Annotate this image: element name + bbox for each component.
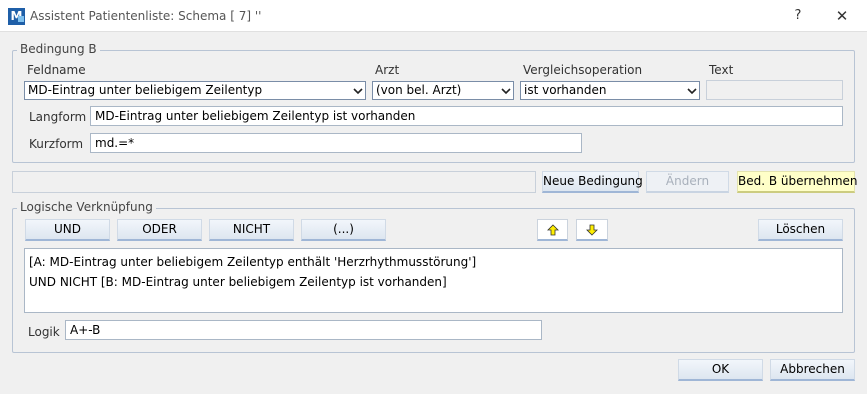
close-button[interactable]: ✕ bbox=[828, 6, 856, 26]
condition-status-field bbox=[12, 171, 536, 193]
comparison-select-value: ist vorhanden bbox=[524, 83, 607, 97]
kurzform-field[interactable]: md.=* bbox=[90, 133, 582, 153]
move-up-button[interactable] bbox=[537, 219, 568, 241]
yellow-arrow-up-icon bbox=[546, 224, 559, 236]
langform-label: Langform bbox=[29, 110, 87, 124]
logic-field[interactable]: A+-B bbox=[65, 320, 542, 340]
parenthesis-button[interactable]: (...) bbox=[301, 219, 386, 241]
logic-expression-area[interactable]: [A: MD-Eintrag unter beliebigem Zeilenty… bbox=[24, 248, 843, 313]
langform-field[interactable]: MD-Eintrag unter beliebigem Zeilentyp is… bbox=[90, 106, 843, 126]
chevron-down-icon bbox=[501, 88, 511, 95]
text-field[interactable] bbox=[706, 80, 843, 100]
doctor-label: Arzt bbox=[375, 63, 400, 77]
and-button[interactable]: UND bbox=[25, 219, 110, 241]
help-button[interactable]: ? bbox=[786, 6, 810, 26]
not-button[interactable]: NICHT bbox=[209, 219, 294, 241]
condition-group-legend: Bedingung B bbox=[17, 42, 100, 56]
logic-label: Logik bbox=[28, 325, 60, 339]
ok-button[interactable]: OK bbox=[678, 359, 763, 381]
fieldname-label: Feldname bbox=[27, 63, 86, 77]
fieldname-select-value: MD-Eintrag unter beliebigem Zeilentyp bbox=[28, 83, 263, 97]
logic-group-legend: Logische Verknüpfung bbox=[17, 200, 156, 214]
text-label: Text bbox=[709, 63, 734, 77]
app-logo-icon: M bbox=[8, 8, 25, 25]
apply-condition-button[interactable]: Bed. B übernehmen bbox=[737, 171, 858, 193]
doctor-select-value: (von bel. Arzt) bbox=[376, 83, 462, 97]
doctor-select[interactable]: (von bel. Arzt) bbox=[372, 81, 514, 100]
or-button[interactable]: ODER bbox=[117, 219, 202, 241]
comparison-label: Vergleichsoperation bbox=[523, 63, 643, 77]
move-down-button[interactable] bbox=[576, 219, 608, 241]
expression-line: [A: MD-Eintrag unter beliebigem Zeilenty… bbox=[29, 255, 477, 269]
expression-line: UND NICHT [B: MD-Eintrag unter beliebige… bbox=[29, 275, 447, 289]
chevron-down-icon bbox=[687, 88, 697, 95]
window-title: Assistent Patientenliste: Schema [ 7] '' bbox=[30, 9, 262, 23]
yellow-arrow-down-icon bbox=[586, 224, 598, 236]
chevron-down-icon bbox=[353, 88, 363, 95]
delete-button[interactable]: Löschen bbox=[758, 219, 843, 241]
kurzform-label: Kurzform bbox=[29, 137, 84, 151]
fieldname-select[interactable]: MD-Eintrag unter beliebigem Zeilentyp bbox=[24, 81, 366, 100]
cancel-button[interactable]: Abbrechen bbox=[770, 359, 855, 381]
comparison-select[interactable]: ist vorhanden bbox=[520, 81, 700, 100]
new-condition-button[interactable]: Neue Bedingung bbox=[542, 171, 643, 193]
change-button[interactable]: Ändern bbox=[646, 171, 729, 193]
